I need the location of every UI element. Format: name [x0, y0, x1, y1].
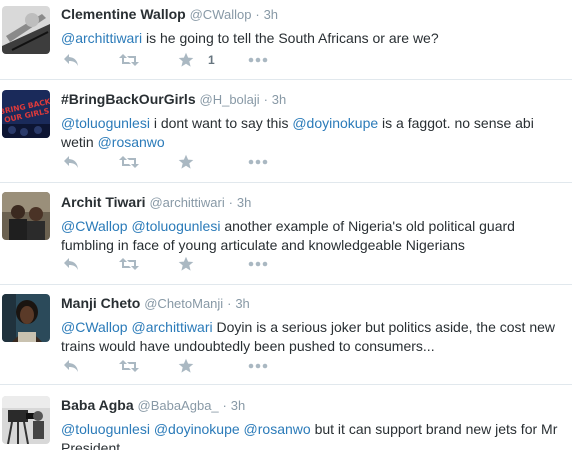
favorite-button[interactable]	[178, 254, 208, 274]
more-button[interactable]	[248, 152, 268, 172]
retweet-icon	[119, 155, 139, 169]
camera-operator-avatar-icon	[2, 396, 50, 444]
user-handle[interactable]: @BabaAgba_	[138, 398, 219, 413]
portrait-photo-avatar-icon	[2, 294, 50, 342]
retweet-button[interactable]	[119, 50, 139, 70]
tweet-actions	[63, 356, 323, 376]
retweet-button[interactable]	[119, 152, 139, 172]
user-fullname[interactable]: #BringBackOurGirls	[61, 91, 196, 107]
mention-link[interactable]: @toluogunlesi	[61, 421, 150, 437]
separator-dot: ·	[227, 296, 232, 311]
tweet-timestamp[interactable]: 3h	[272, 92, 286, 107]
tweet-item[interactable]: Baba Agba @BabaAgba_ · 3h @toluogunlesi …	[0, 385, 572, 450]
retweet-button[interactable]	[119, 254, 139, 274]
mention-link[interactable]: @CWallop	[61, 319, 128, 335]
tweet-text-segment: is he going to tell the South Africans o…	[142, 30, 439, 46]
separator-dot: ·	[222, 398, 227, 413]
tweet-text: @toluogunlesi i dont want to say this @d…	[61, 114, 564, 152]
reply-button[interactable]	[63, 356, 79, 376]
favorite-count: 1	[208, 53, 215, 67]
favorite-button[interactable]	[178, 152, 208, 172]
tweet-timestamp[interactable]: 3h	[231, 398, 245, 413]
tweet-header: Clementine Wallop @CWallop · 3h	[61, 5, 564, 24]
tweet-actions: 1	[63, 50, 323, 70]
more-button[interactable]	[248, 356, 268, 376]
favorite-star-icon	[178, 358, 194, 374]
mention-link[interactable]: @rosanwo	[98, 134, 165, 150]
user-fullname[interactable]: Baba Agba	[61, 397, 134, 413]
mention-link[interactable]: @toluogunlesi	[61, 115, 150, 131]
favorite-star-icon	[178, 52, 194, 68]
tweet-item[interactable]: Manji Cheto @ChetoManji · 3h @CWallop @a…	[0, 285, 572, 385]
reply-button[interactable]	[63, 50, 79, 70]
people-photo-avatar-icon	[2, 192, 50, 240]
separator-dot: ·	[255, 7, 260, 22]
tweet-header: Manji Cheto @ChetoManji · 3h	[61, 294, 564, 313]
more-dots-icon	[248, 57, 268, 63]
mention-link[interactable]: @archittiwari	[132, 319, 213, 335]
tweet-text: @toluogunlesi @doyinokupe @rosanwo but i…	[61, 420, 564, 450]
user-handle[interactable]: @archittiwari	[149, 195, 224, 210]
favorite-star-icon	[178, 154, 194, 170]
retweet-icon	[119, 53, 139, 67]
more-dots-icon	[248, 261, 268, 267]
user-avatar[interactable]	[2, 294, 50, 342]
user-avatar[interactable]: BRING BACK OUR GIRLS	[2, 90, 50, 138]
reply-icon	[63, 359, 79, 373]
tweet-header: #BringBackOurGirls @H_bolaji · 3h	[61, 90, 564, 109]
tweet-actions	[63, 152, 323, 172]
tweet-timeline: Clementine Wallop @CWallop · 3h @architt…	[0, 0, 572, 450]
tweet-text: @CWallop @archittiwari Doyin is a seriou…	[61, 318, 564, 356]
mention-link[interactable]: @CWallop	[61, 218, 128, 234]
tweet-timestamp[interactable]: 3h	[235, 296, 249, 311]
user-handle[interactable]: @ChetoManji	[144, 296, 223, 311]
mention-link[interactable]: @rosanwo	[244, 421, 311, 437]
reply-button[interactable]	[63, 152, 79, 172]
tweet-header: Baba Agba @BabaAgba_ · 3h	[61, 396, 564, 415]
user-fullname[interactable]: Clementine Wallop	[61, 6, 186, 22]
tweet-text: @CWallop @toluogunlesi another example o…	[61, 217, 564, 255]
mention-link[interactable]: @archittiwari	[61, 30, 142, 46]
grayscale-sketch-avatar-icon	[2, 6, 50, 54]
more-dots-icon	[248, 363, 268, 369]
tweet-item[interactable]: Archit Tiwari @archittiwari · 3h @CWallo…	[0, 183, 572, 285]
retweet-icon	[119, 257, 139, 271]
separator-dot: ·	[263, 92, 268, 107]
user-avatar[interactable]	[2, 6, 50, 54]
favorite-button[interactable]	[178, 356, 208, 376]
retweet-button[interactable]	[119, 356, 139, 376]
tweet-timestamp[interactable]: 3h	[264, 7, 278, 22]
reply-icon	[63, 257, 79, 271]
mention-link[interactable]: @doyinokupe	[154, 421, 240, 437]
tweet-timestamp[interactable]: 3h	[237, 195, 251, 210]
reply-icon	[63, 53, 79, 67]
tweet-header: Archit Tiwari @archittiwari · 3h	[61, 193, 564, 212]
tweet-text-segment: i dont want to say this	[149, 115, 293, 131]
tweet-text: @archittiwari is he going to tell the So…	[61, 29, 564, 48]
separator-dot: ·	[228, 195, 233, 210]
tweet-item[interactable]: Clementine Wallop @CWallop · 3h @architt…	[0, 0, 572, 80]
user-handle[interactable]: @H_bolaji	[200, 92, 260, 107]
more-button[interactable]	[248, 254, 268, 274]
tweet-actions	[63, 254, 323, 274]
reply-button[interactable]	[63, 254, 79, 274]
user-handle[interactable]: @CWallop	[190, 7, 252, 22]
retweet-icon	[119, 359, 139, 373]
user-avatar[interactable]	[2, 396, 50, 444]
tweet-item[interactable]: BRING BACK OUR GIRLS #BringBackOurGirls …	[0, 80, 572, 183]
mention-link[interactable]: @toluogunlesi	[132, 218, 221, 234]
mention-link[interactable]: @doyinokupe	[292, 115, 378, 131]
favorite-star-icon	[178, 256, 194, 272]
bring-back-our-girls-avatar-icon: BRING BACK OUR GIRLS	[2, 90, 50, 138]
more-dots-icon	[248, 159, 268, 165]
user-avatar[interactable]	[2, 192, 50, 240]
reply-icon	[63, 155, 79, 169]
user-fullname[interactable]: Manji Cheto	[61, 295, 140, 311]
favorite-button[interactable]: 1	[178, 50, 215, 70]
more-button[interactable]	[248, 50, 268, 70]
user-fullname[interactable]: Archit Tiwari	[61, 194, 146, 210]
